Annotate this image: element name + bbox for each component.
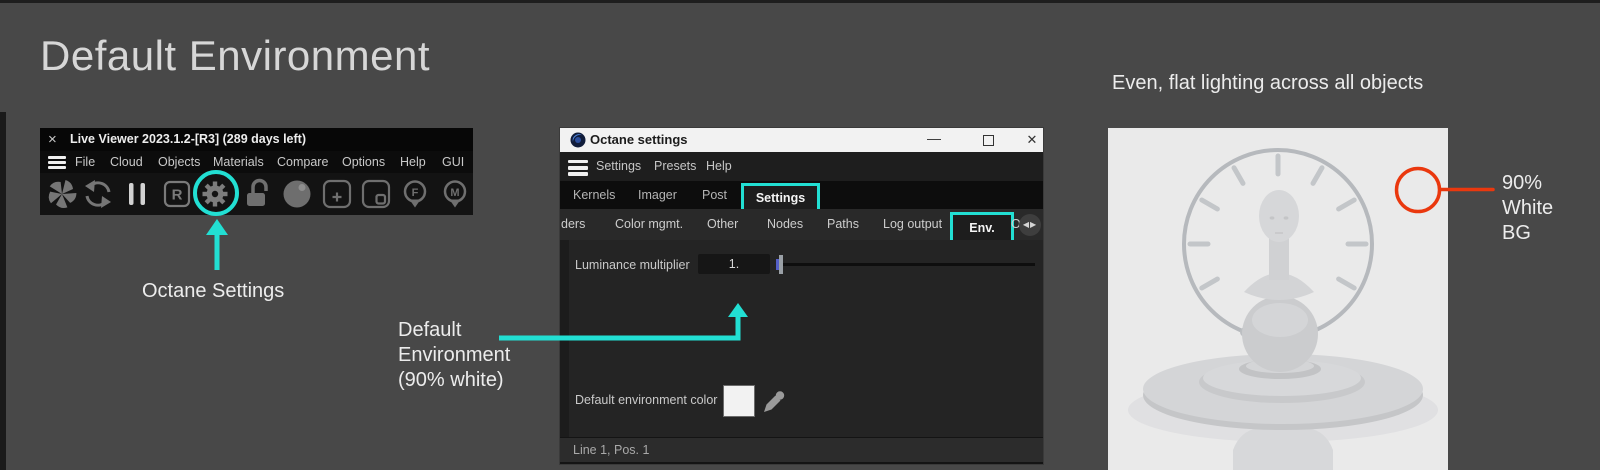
menu-file[interactable]: File [75,155,95,169]
tab-nodes[interactable]: Nodes [767,217,803,231]
tab-kernels[interactable]: Kernels [573,188,615,202]
tab-ders-clipped[interactable]: ders [561,217,585,231]
close-icon[interactable]: ✕ [1018,128,1046,152]
tab-imager[interactable]: Imager [638,188,677,202]
tab-paths[interactable]: Paths [827,217,859,231]
page-title: Default Environment [40,32,430,80]
menu-presets[interactable]: Presets [654,159,696,173]
white-bg-callout [1392,164,1600,220]
left-edge-line [0,112,6,470]
material-sphere-icon[interactable] [279,176,315,212]
octane-app-icon [570,132,586,148]
add-region-icon[interactable] [319,176,355,212]
maximize-icon[interactable] [974,128,1002,152]
slide: Default Environment × Live Viewer 2023.1… [0,0,1600,470]
window-bottom-edge [560,462,1043,464]
white-bg-line2: White [1502,196,1553,221]
tab-post[interactable]: Post [702,188,727,202]
tab-settings-label: Settings [756,191,805,205]
picture-region-icon[interactable] [358,176,394,212]
default-env-line1: Default [398,318,510,343]
live-viewer-window-title: Live Viewer 2023.1.2-[R3] (289 days left… [70,132,306,146]
refresh-icon[interactable] [80,176,116,212]
tab-row-sub: ders Color mgmt. Other Nodes Paths Log o… [560,209,1043,240]
gear-highlight-circle [190,167,242,219]
live-viewer-menubar: File Cloud Objects Materials Compare Opt… [40,151,473,173]
octane-settings-annotation: Octane Settings [142,280,284,303]
luminance-row: Luminance multiplier 1. [560,247,1043,281]
tab-env-active[interactable]: Env. [950,212,1014,240]
default-env-arrow [497,301,749,341]
luminance-label: Luminance multiplier [575,258,690,272]
octane-settings-window: Octane settings — ✕ Settings Presets Hel… [560,128,1043,464]
render-caption: Even, flat lighting across all objects [1112,72,1423,95]
menu-compare[interactable]: Compare [277,155,328,169]
focus-pin-icon[interactable]: F [397,176,433,212]
env-color-label: Default environment color [575,393,717,407]
octane-settings-arrow [203,218,231,272]
luminance-slider-track[interactable] [783,263,1035,266]
default-env-line3: (90% white) [398,368,510,393]
menu-help[interactable]: Help [400,155,426,169]
m-pin-label: M [450,187,459,199]
close-icon[interactable]: × [48,131,57,148]
hamburger-menu-icon[interactable] [568,160,588,179]
luminance-input[interactable]: 1. [698,254,770,274]
live-viewer-titlebar: × Live Viewer 2023.1.2-[R3] (289 days le… [40,128,473,151]
status-text: Line 1, Pos. 1 [573,443,649,457]
octane-settings-titlebar: Octane settings — ✕ [560,128,1043,152]
live-viewer-window: × Live Viewer 2023.1.2-[R3] (289 days le… [40,128,473,215]
white-bg-annotation: 90% White BG [1502,171,1553,246]
white-bg-line1: 90% [1502,171,1553,196]
tab-row-main: Kernels Imager Post Settings [560,181,1043,209]
live-viewer-toolbar: R [40,173,473,215]
pause-icon[interactable] [119,176,155,212]
f-pin-label: F [412,187,419,199]
env-color-row: Default environment color [560,385,1043,415]
top-edge-line [0,0,1600,3]
tab-other[interactable]: Other [707,217,738,231]
octane-fan-icon[interactable] [44,176,80,212]
hamburger-menu-icon[interactable] [48,156,66,171]
menu-settings[interactable]: Settings [596,159,641,173]
menu-cloud[interactable]: Cloud [110,155,143,169]
minimize-icon[interactable]: — [920,128,948,152]
tab-env-label: Env. [969,221,994,235]
menu-help[interactable]: Help [706,159,732,173]
tab-overflow-icon[interactable]: ◀▶ [1019,214,1041,236]
default-env-line2: Environment [398,343,510,368]
octane-settings-menubar: Settings Presets Help [560,152,1043,181]
octane-settings-title: Octane settings [590,132,688,147]
tab-log-output[interactable]: Log output [883,217,942,231]
material-pin-icon[interactable]: M [437,176,473,212]
menu-gui[interactable]: GUI [442,155,464,169]
env-color-swatch[interactable] [723,385,755,417]
default-env-annotation: Default Environment (90% white) [398,318,510,393]
r-button-label: R [172,187,183,204]
eyedropper-icon[interactable] [762,386,786,414]
lock-open-icon[interactable] [239,176,275,212]
white-bg-line3: BG [1502,221,1553,246]
tab-color-mgmt[interactable]: Color mgmt. [615,217,683,231]
menu-options[interactable]: Options [342,155,385,169]
status-bar: Line 1, Pos. 1 [560,437,1043,463]
